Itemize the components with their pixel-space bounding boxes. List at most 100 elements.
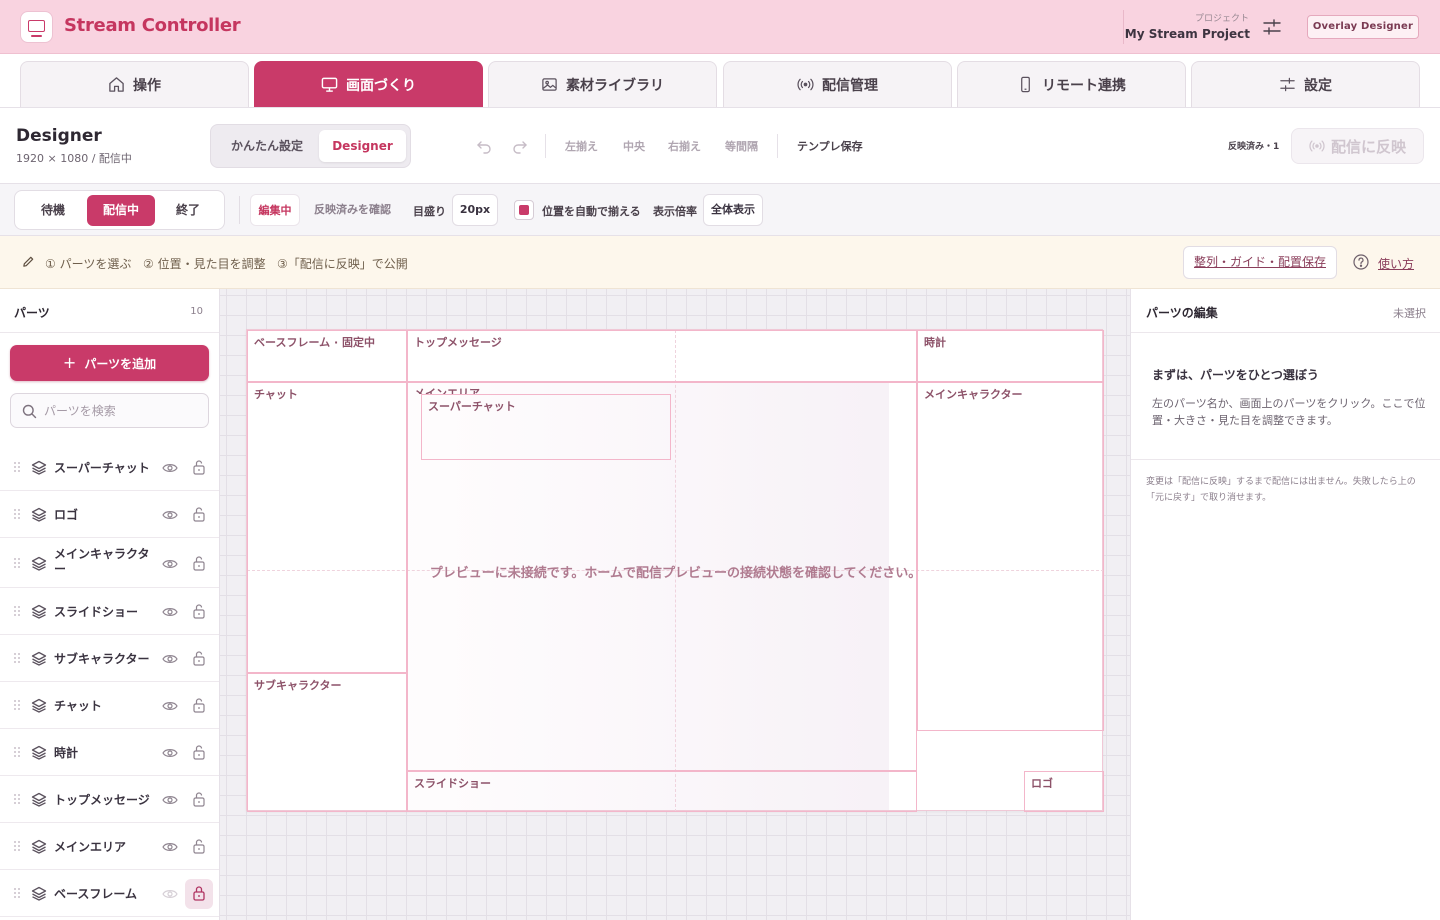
- tab-remote[interactable]: リモート連携: [957, 61, 1186, 107]
- drag-handle-icon[interactable]: [13, 557, 21, 569]
- part-item-logo[interactable]: ロゴ: [0, 491, 219, 538]
- drag-handle-icon[interactable]: [13, 461, 21, 473]
- eye-icon[interactable]: [162, 793, 178, 807]
- part-item-main-area[interactable]: メインエリア: [0, 823, 219, 870]
- mode-easy-button[interactable]: かんたん設定: [217, 130, 317, 162]
- help-link[interactable]: 使い方: [1378, 255, 1414, 272]
- drag-handle-icon[interactable]: [13, 793, 21, 805]
- zone-base-frame[interactable]: ベースフレーム · 固定中: [247, 330, 407, 382]
- part-item-main-character[interactable]: メインキャラクター: [0, 538, 219, 588]
- grid-size-select[interactable]: 20px: [452, 194, 498, 226]
- eye-icon[interactable]: [162, 746, 178, 760]
- layers-icon: [31, 886, 47, 901]
- drag-handle-icon[interactable]: [13, 652, 21, 664]
- drag-handle-icon[interactable]: [13, 746, 21, 758]
- part-item-sub-character[interactable]: サブキャラクター: [0, 635, 219, 682]
- tab-screen-design[interactable]: 画面づくり: [254, 61, 483, 107]
- zone-clock[interactable]: 時計: [917, 330, 1104, 382]
- tab-stream-management[interactable]: 配信管理: [723, 61, 952, 107]
- sidebar-title: パーツ: [14, 306, 50, 320]
- eye-icon[interactable]: [162, 652, 178, 666]
- zone-sub-character[interactable]: サブキャラクター: [247, 673, 407, 812]
- unlock-icon[interactable]: [192, 791, 206, 807]
- undo-icon[interactable]: [476, 139, 492, 155]
- scene-standby-button[interactable]: 待機: [19, 195, 87, 226]
- project-settings-icon[interactable]: [1263, 19, 1281, 35]
- eye-icon[interactable]: [162, 699, 178, 713]
- unlock-icon[interactable]: [192, 650, 206, 666]
- eye-icon[interactable]: [162, 840, 178, 854]
- part-item-clock[interactable]: 時計: [0, 729, 219, 776]
- state-editing-button[interactable]: 編集中: [250, 194, 300, 226]
- layers-icon: [31, 839, 47, 854]
- drag-handle-icon[interactable]: [13, 840, 21, 852]
- unlock-icon[interactable]: [192, 459, 206, 475]
- state-check-reflected-button[interactable]: 反映済みを確認: [314, 194, 391, 226]
- zone-main-character[interactable]: メインキャラクター: [917, 382, 1104, 731]
- tab-label: 素材ライブラリ: [566, 77, 664, 94]
- unlock-icon[interactable]: [192, 744, 206, 760]
- overlay-designer-button[interactable]: Overlay Designer: [1307, 15, 1419, 39]
- zoom-select[interactable]: 全体表示: [703, 194, 763, 226]
- hint-bar: ① パーツを選ぶ ② 位置・見た目を調整 ③「配信に反映」で公開 整列・ガイド・…: [0, 236, 1440, 289]
- align-guide-save-button[interactable]: 整列・ガイド・配置保存: [1183, 246, 1337, 279]
- drag-handle-icon[interactable]: [13, 605, 21, 617]
- part-item-chat[interactable]: チャット: [0, 682, 219, 729]
- unlock-icon[interactable]: [192, 697, 206, 713]
- hint-step-2: ② 位置・見た目を調整: [143, 257, 266, 271]
- unlock-icon[interactable]: [192, 555, 206, 571]
- home-icon: [109, 77, 124, 92]
- help-icon[interactable]: [1353, 254, 1369, 270]
- zone-label: スーパーチャット: [428, 400, 516, 413]
- snap-label[interactable]: 位置を自動で揃える: [542, 203, 641, 219]
- layers-icon: [31, 604, 47, 619]
- zone-top-message[interactable]: トップメッセージ: [407, 330, 917, 382]
- drag-handle-icon[interactable]: [13, 887, 21, 899]
- tab-asset-library[interactable]: 素材ライブラリ: [488, 61, 717, 107]
- unlock-icon[interactable]: [192, 838, 206, 854]
- drag-handle-icon[interactable]: [13, 699, 21, 711]
- scene-bar: 待機 配信中 終了 編集中 反映済みを確認 目盛り 20px 位置を自動で揃える…: [0, 184, 1440, 236]
- hint-step-1: ① パーツを選ぶ: [45, 257, 132, 271]
- eye-icon[interactable]: [162, 605, 178, 619]
- designer-canvas[interactable]: ベースフレーム · 固定中 トップメッセージ 時計 チャット メインエリア スー…: [220, 289, 1130, 920]
- align-right-button[interactable]: 右揃え: [668, 138, 701, 154]
- align-left-button[interactable]: 左揃え: [565, 138, 598, 154]
- preview-disconnected-message: プレビューに未接続です。ホームで配信プレビューの接続状態を確認してください。: [429, 566, 922, 581]
- project-name[interactable]: My Stream Project: [1125, 27, 1250, 41]
- redo-icon[interactable]: [512, 139, 528, 155]
- align-center-button[interactable]: 中央: [623, 138, 645, 154]
- zone-slideshow[interactable]: スライドショー: [407, 771, 917, 812]
- eye-icon[interactable]: [162, 557, 178, 571]
- add-part-label: パーツを追加: [84, 356, 157, 371]
- distribute-button[interactable]: 等間隔: [725, 138, 758, 154]
- eye-icon[interactable]: [162, 461, 178, 475]
- layers-icon: [31, 460, 47, 475]
- drag-handle-icon[interactable]: [13, 508, 21, 520]
- grid-size-label: 目盛り: [413, 205, 446, 218]
- part-item-superchat[interactable]: スーパーチャット: [0, 444, 219, 491]
- zone-logo[interactable]: ロゴ: [1024, 771, 1104, 812]
- lock-icon[interactable]: [192, 885, 206, 901]
- unlock-icon[interactable]: [192, 603, 206, 619]
- unlock-icon[interactable]: [192, 506, 206, 522]
- eye-icon[interactable]: [162, 887, 178, 901]
- reflect-to-stream-button[interactable]: 配信に反映: [1291, 128, 1424, 164]
- part-item-top-message[interactable]: トップメッセージ: [0, 776, 219, 823]
- part-name: スライドショー: [54, 605, 139, 619]
- parts-search-input[interactable]: [44, 402, 202, 420]
- scene-end-button[interactable]: 終了: [155, 195, 221, 226]
- zone-super-chat[interactable]: スーパーチャット: [421, 394, 671, 460]
- snap-checkbox[interactable]: [514, 200, 534, 220]
- save-template-button[interactable]: テンプレ保存: [797, 138, 863, 154]
- mode-designer-button[interactable]: Designer: [319, 130, 406, 162]
- scene-live-button[interactable]: 配信中: [87, 195, 155, 226]
- eye-icon[interactable]: [162, 508, 178, 522]
- tab-operation[interactable]: 操作: [20, 61, 249, 107]
- part-item-base-frame[interactable]: ベースフレーム: [0, 870, 219, 917]
- stream-stage[interactable]: ベースフレーム · 固定中 トップメッセージ 時計 チャット メインエリア スー…: [246, 329, 1104, 812]
- zone-chat[interactable]: チャット: [247, 382, 407, 673]
- tab-settings[interactable]: 設定: [1191, 61, 1420, 107]
- add-part-button[interactable]: + パーツを追加: [10, 345, 209, 381]
- part-item-slideshow[interactable]: スライドショー: [0, 588, 219, 635]
